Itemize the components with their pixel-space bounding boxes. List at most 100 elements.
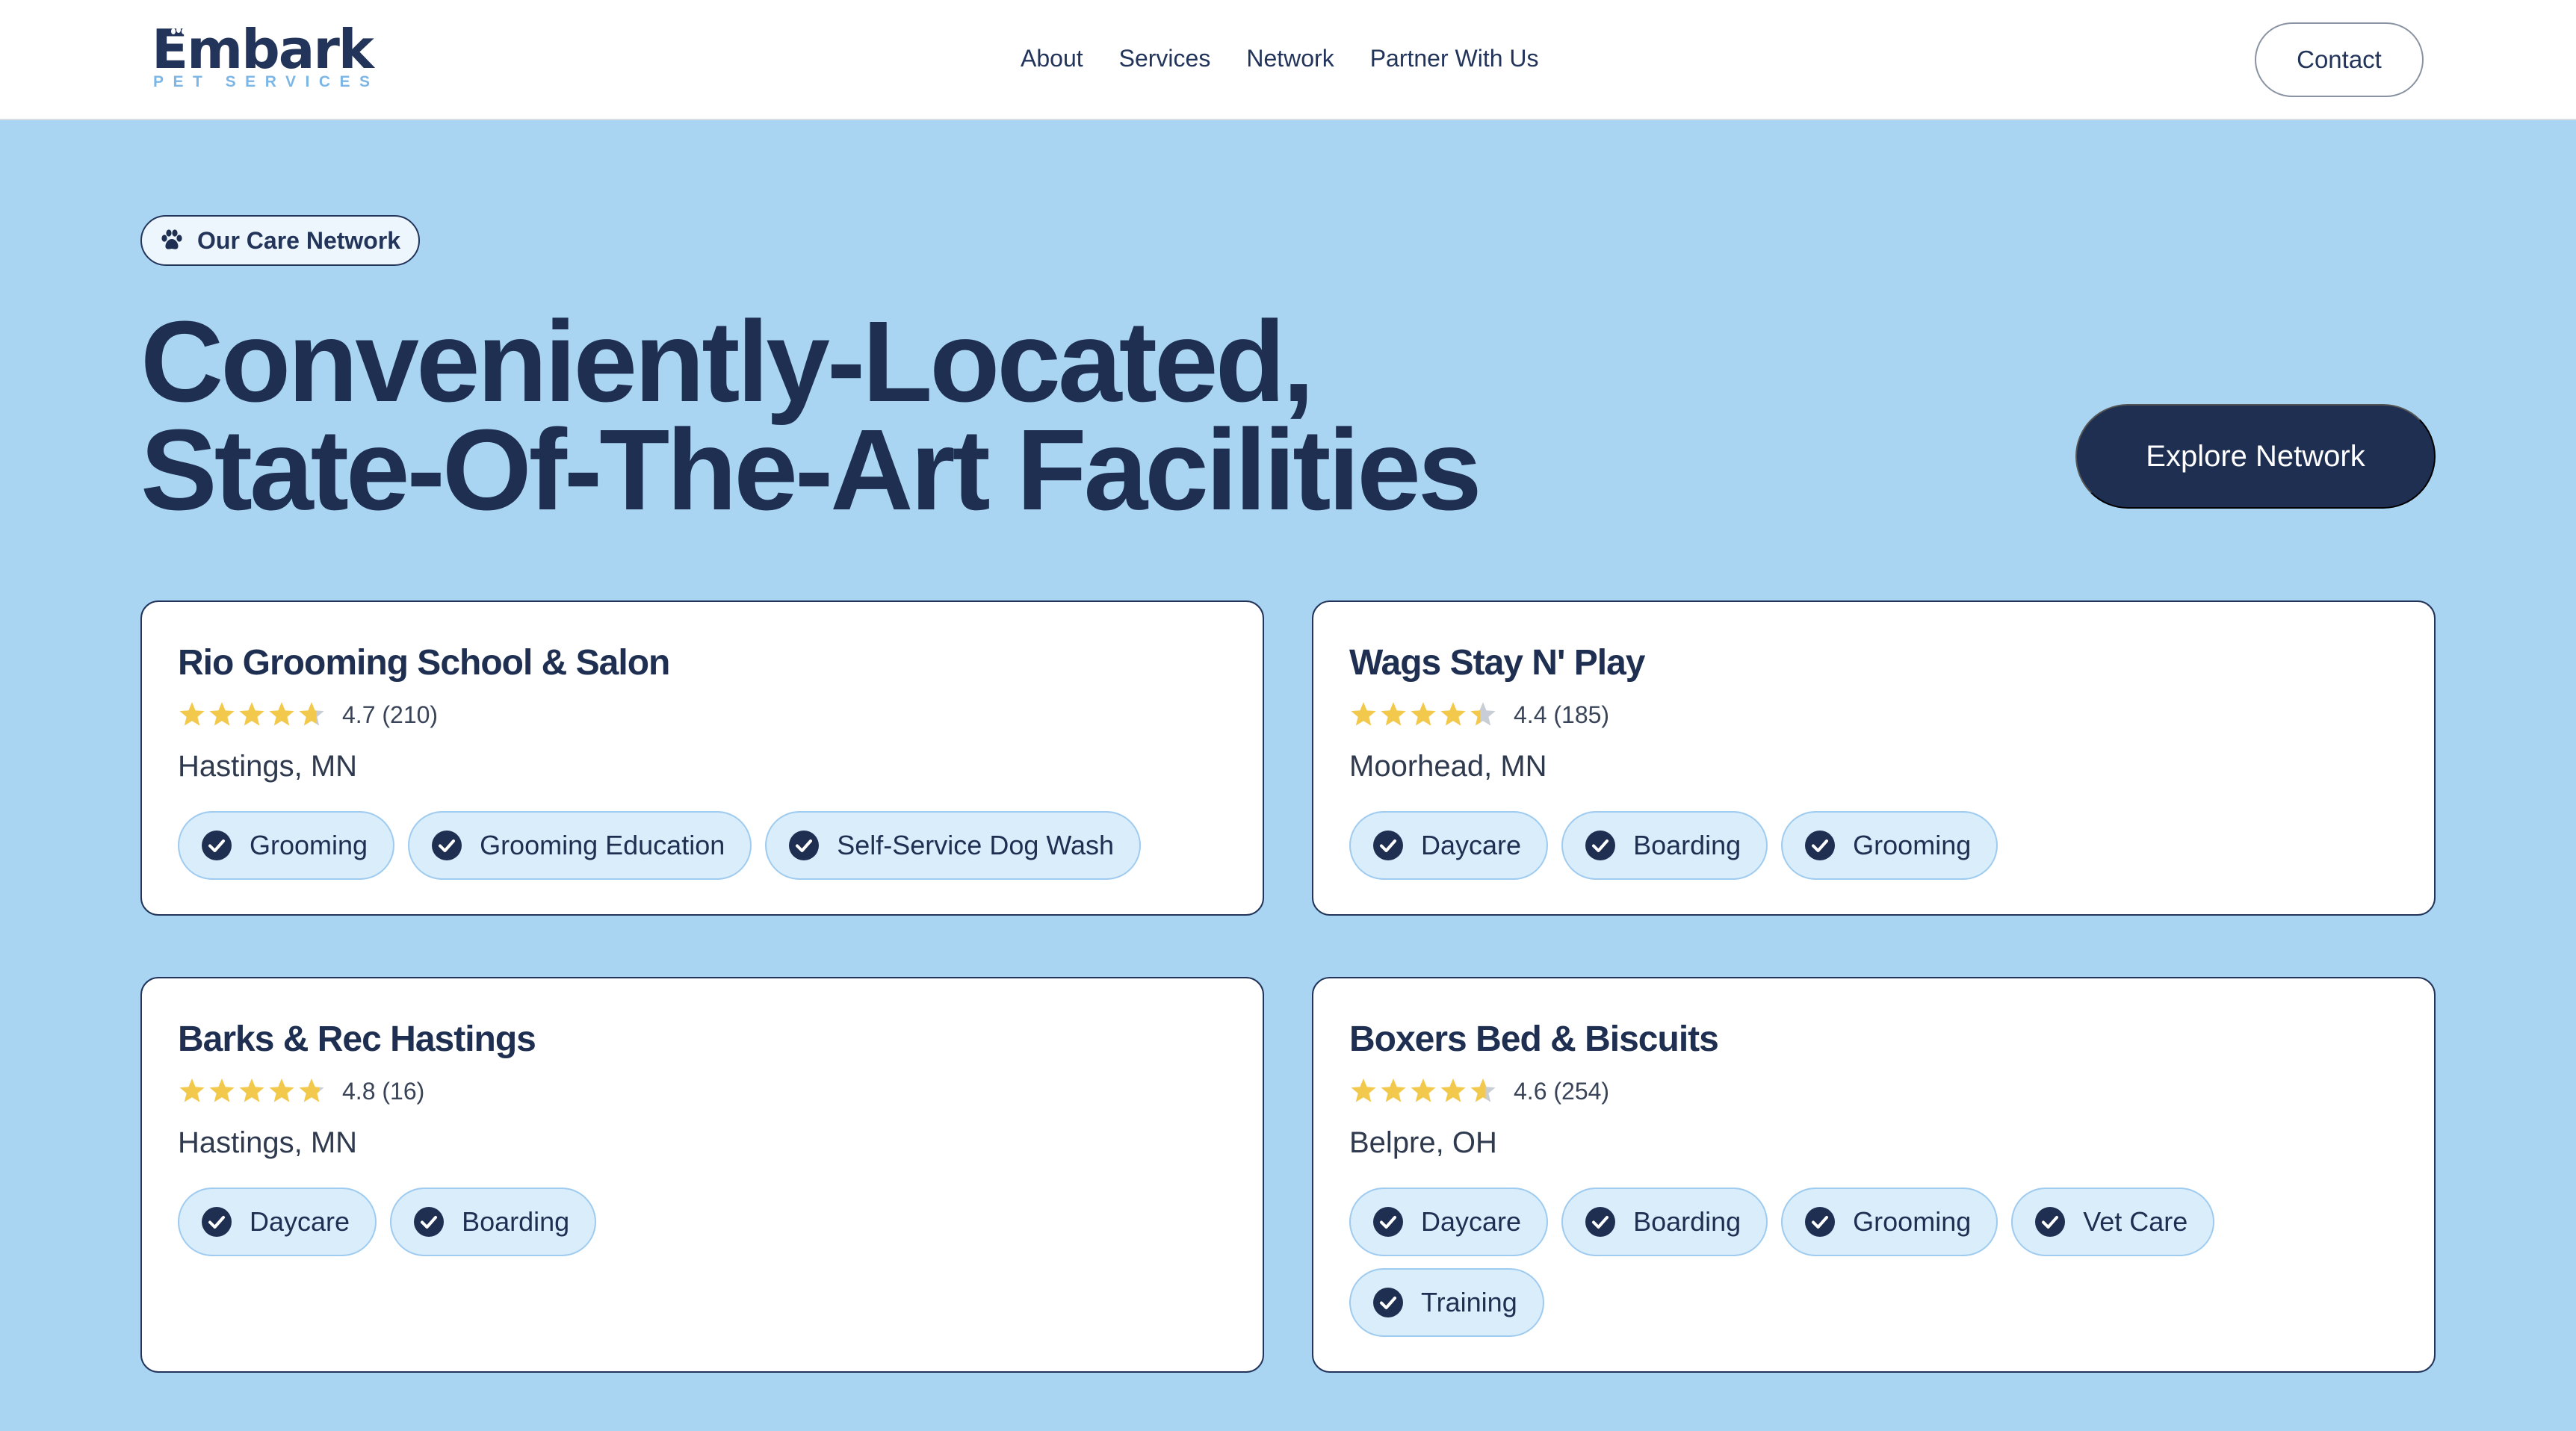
facility-rating: 4.6 (254) bbox=[1349, 1077, 1609, 1105]
service-tag[interactable]: Boarding bbox=[390, 1188, 597, 1256]
check-circle-icon bbox=[1373, 831, 1403, 860]
check-circle-icon bbox=[1585, 1207, 1616, 1237]
service-tag[interactable]: Training bbox=[1349, 1268, 1544, 1337]
star-rating bbox=[178, 1077, 326, 1105]
page-title-line-2: State-Of-The-Art Facilities bbox=[140, 406, 1482, 534]
service-tag-label: Vet Care bbox=[2083, 1206, 2188, 1237]
service-tag[interactable]: Self-Service Dog Wash bbox=[765, 811, 1142, 880]
page-title: Conveniently-Located, State-Of-The-Art F… bbox=[140, 297, 1709, 534]
check-circle-icon bbox=[414, 1207, 445, 1237]
check-circle-icon bbox=[789, 831, 820, 860]
section-badge: Our Care Network bbox=[140, 215, 421, 266]
facility-card[interactable]: Wags Stay N' Play 4.4 (185) Moorhead, MN Da… bbox=[1312, 600, 2436, 916]
star-icon bbox=[269, 702, 294, 726]
explore-network-button[interactable]: Explore Network bbox=[2075, 404, 2436, 509]
facility-name[interactable]: Boxers Bed & Biscuits bbox=[1349, 1019, 1719, 1060]
star-icon bbox=[209, 1078, 235, 1102]
check-circle-icon bbox=[202, 1207, 232, 1237]
star-icon bbox=[1351, 702, 1376, 726]
service-tag-label: Grooming bbox=[1853, 830, 1972, 860]
nav-link-services[interactable]: Services bbox=[1119, 42, 1211, 75]
contact-button[interactable]: Contact bbox=[2255, 22, 2424, 97]
star-icon bbox=[1411, 702, 1436, 726]
check-circle-icon bbox=[2035, 1207, 2066, 1237]
nav-link-about[interactable]: About bbox=[1021, 42, 1083, 75]
star-icon bbox=[1440, 1078, 1466, 1102]
service-tags: Daycare Boarding Grooming Vet Care Training bbox=[1349, 1188, 2395, 1337]
service-tag-label: Boarding bbox=[462, 1206, 570, 1237]
page-title-line-1: Conveniently-Located, bbox=[140, 297, 1314, 426]
service-tag[interactable]: Grooming bbox=[178, 811, 395, 880]
star-icon bbox=[1381, 702, 1406, 726]
star-icon bbox=[299, 702, 324, 726]
rating-count: 4.8 (16) bbox=[342, 1077, 425, 1105]
star-rating bbox=[1349, 1077, 1497, 1105]
rating-count: 4.6 (254) bbox=[1514, 1077, 1610, 1105]
star-icon bbox=[299, 1078, 324, 1102]
badge-label: Our Care Network bbox=[197, 226, 401, 254]
main-nav: About Services Network Partner With Us bbox=[1021, 42, 1539, 75]
rating-count: 4.4 (185) bbox=[1514, 701, 1610, 728]
star-icon bbox=[1411, 1078, 1436, 1102]
rating-count: 4.7 (210) bbox=[342, 701, 439, 728]
star-icon bbox=[179, 702, 205, 726]
service-tags: Grooming Grooming Education Self-Service D… bbox=[178, 811, 1224, 880]
facility-name[interactable]: Barks & Rec Hastings bbox=[178, 1019, 536, 1060]
service-tag-label: Daycare bbox=[250, 1206, 350, 1237]
nav-link-network[interactable]: Network bbox=[1246, 42, 1334, 75]
service-tag-label: Daycare bbox=[1421, 1206, 1522, 1237]
check-circle-icon bbox=[202, 831, 232, 860]
facility-location: Moorhead, MN bbox=[1349, 750, 1547, 783]
service-tag[interactable]: Daycare bbox=[178, 1188, 377, 1256]
service-tag-label: Grooming Education bbox=[480, 830, 725, 860]
service-tag[interactable]: Grooming Education bbox=[408, 811, 752, 880]
facility-rating: 4.7 (210) bbox=[178, 701, 438, 729]
service-tag-label: Boarding bbox=[1633, 1206, 1741, 1237]
service-tag-label: Self-Service Dog Wash bbox=[837, 830, 1115, 860]
check-circle-icon bbox=[432, 831, 462, 860]
star-icon bbox=[269, 1078, 294, 1102]
service-tags: Daycare Boarding Grooming bbox=[1349, 811, 2395, 880]
star-icon bbox=[209, 702, 235, 726]
service-tag-label: Grooming bbox=[1853, 1206, 1972, 1237]
service-tags: Daycare Boarding bbox=[178, 1188, 1224, 1256]
facility-card[interactable]: Barks & Rec Hastings 4.8 (16) Hastings, MN… bbox=[140, 977, 1264, 1373]
site-header: Embark PET SERVICES About Services Netwo… bbox=[0, 0, 2576, 120]
paw-icon bbox=[161, 229, 182, 249]
service-tag-label: Grooming bbox=[250, 830, 368, 860]
service-tag[interactable]: Daycare bbox=[1349, 811, 1549, 880]
facility-card[interactable]: Rio Grooming School & Salon 4.7 (210) Hast… bbox=[140, 600, 1264, 916]
check-circle-icon bbox=[1373, 1207, 1403, 1237]
facility-name[interactable]: Wags Stay N' Play bbox=[1349, 642, 1645, 683]
logo-paw-icon bbox=[171, 27, 186, 34]
service-tag-label: Boarding bbox=[1633, 830, 1741, 860]
star-icon bbox=[1351, 1078, 1376, 1102]
service-tag[interactable]: Boarding bbox=[1561, 811, 1768, 880]
star-icon bbox=[179, 1078, 205, 1102]
star-rating bbox=[178, 701, 326, 729]
facility-rating: 4.8 (16) bbox=[178, 1077, 424, 1105]
service-tag[interactable]: Grooming bbox=[1781, 811, 1998, 880]
check-circle-icon bbox=[1373, 1288, 1403, 1317]
service-tag-label: Training bbox=[1421, 1287, 1517, 1317]
service-tag[interactable]: Grooming bbox=[1781, 1188, 1998, 1256]
service-tag[interactable]: Vet Care bbox=[2011, 1188, 2215, 1256]
service-tag[interactable]: Boarding bbox=[1561, 1188, 1768, 1256]
facility-name[interactable]: Rio Grooming School & Salon bbox=[178, 642, 670, 683]
nav-link-partner[interactable]: Partner With Us bbox=[1370, 42, 1539, 75]
service-tag[interactable]: Daycare bbox=[1349, 1188, 1549, 1256]
star-icon bbox=[239, 1078, 264, 1102]
star-icon bbox=[1470, 702, 1496, 726]
embark-logo[interactable]: Embark PET SERVICES bbox=[152, 22, 380, 93]
check-circle-icon bbox=[1805, 1207, 1836, 1237]
check-circle-icon bbox=[1585, 831, 1616, 860]
logo-tagline: PET SERVICES bbox=[153, 73, 380, 90]
facility-location: Hastings, MN bbox=[178, 1126, 358, 1159]
facility-location: Hastings, MN bbox=[178, 750, 358, 783]
facility-card[interactable]: Boxers Bed & Biscuits 4.6 (254) Belpre, OH… bbox=[1312, 977, 2436, 1373]
facility-location: Belpre, OH bbox=[1349, 1126, 1497, 1159]
facility-rating: 4.4 (185) bbox=[1349, 701, 1609, 729]
star-icon bbox=[1381, 1078, 1406, 1102]
star-rating bbox=[1349, 701, 1497, 729]
check-circle-icon bbox=[1805, 831, 1836, 860]
